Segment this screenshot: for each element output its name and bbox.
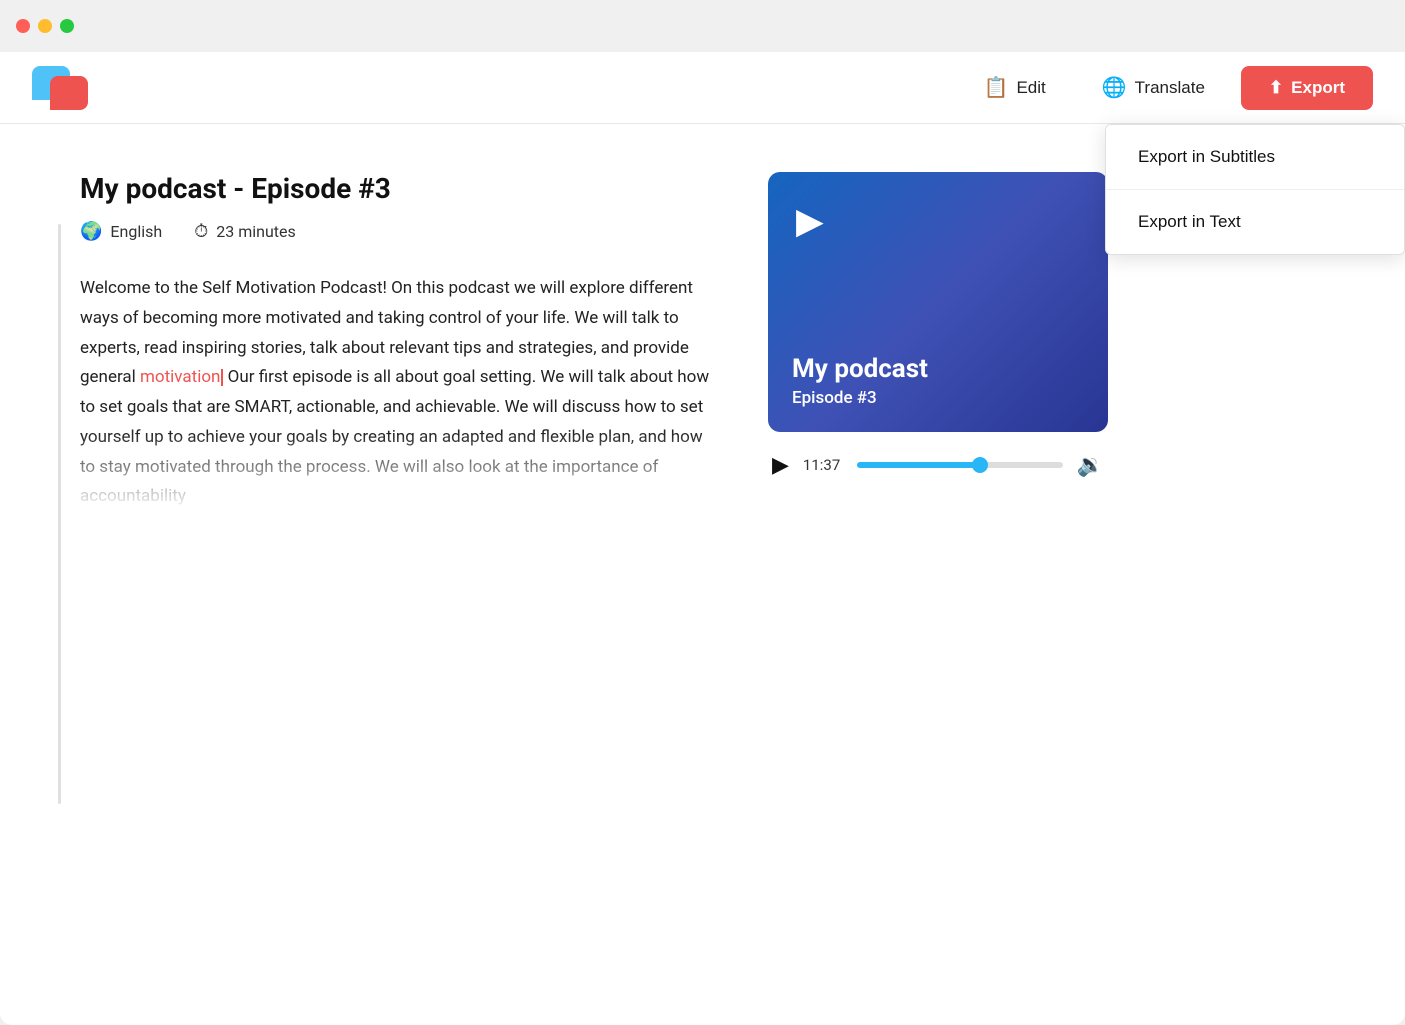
edit-label: Edit	[1016, 78, 1045, 98]
export-icon: ⬆	[1269, 78, 1283, 98]
thumbnail-text: My podcast Episode #3	[792, 354, 928, 408]
transcript-fade	[80, 432, 720, 512]
logo	[32, 62, 90, 114]
language-label: English	[110, 222, 162, 241]
progress-fill	[857, 462, 980, 468]
export-text-item[interactable]: Export in Text	[1106, 190, 1404, 254]
translate-label: Translate	[1135, 78, 1205, 98]
close-button[interactable]	[16, 19, 30, 33]
volume-button[interactable]: 🔉	[1077, 452, 1104, 478]
duration-label: 23 minutes	[216, 222, 296, 241]
app-container: 📋 Edit 🌐 Translate ⬆ Export Export in Su…	[0, 52, 1405, 1025]
logo-icon	[32, 62, 90, 114]
globe-icon: 🌍	[80, 221, 102, 242]
titlebar	[0, 0, 1405, 52]
transcript-area: Welcome to the Self Motivation Podcast! …	[80, 274, 720, 512]
app-window: 📋 Edit 🌐 Translate ⬆ Export Export in Su…	[0, 0, 1405, 1025]
sidebar-accent	[58, 224, 61, 804]
translate-button[interactable]: 🌐 Translate	[1074, 65, 1233, 110]
meta-row: 🌍 English ⏱ 23 minutes	[80, 221, 720, 242]
navbar: 📋 Edit 🌐 Translate ⬆ Export Export in Su…	[0, 52, 1405, 124]
export-subtitles-item[interactable]: Export in Subtitles	[1106, 125, 1404, 190]
audio-player: ▶ 11:37 🔉	[768, 452, 1108, 478]
minimize-button[interactable]	[38, 19, 52, 33]
language-meta: 🌍 English	[80, 221, 162, 242]
export-button[interactable]: ⬆ Export	[1241, 66, 1373, 110]
highlight-word[interactable]: motivation	[140, 367, 220, 387]
edit-button[interactable]: 📋 Edit	[956, 65, 1074, 110]
logo-bubble-front	[50, 76, 88, 110]
export-dropdown: Export in Subtitles Export in Text	[1105, 124, 1405, 255]
current-time: 11:37	[803, 456, 843, 474]
thumbnail-subtitle: Episode #3	[792, 388, 928, 408]
maximize-button[interactable]	[60, 19, 74, 33]
duration-meta: ⏱ 23 minutes	[194, 221, 296, 242]
progress-thumb[interactable]	[972, 457, 988, 473]
translate-icon: 🌐	[1102, 75, 1127, 100]
thumbnail-title: My podcast	[792, 354, 928, 384]
podcast-title: My podcast - Episode #3	[80, 172, 720, 205]
clock-icon: ⏱	[194, 221, 208, 242]
edit-icon: 📋	[984, 75, 1009, 100]
play-pause-button[interactable]: ▶	[772, 452, 789, 478]
content-right: ▶ My podcast Episode #3 ▶ 11:37 🔉	[768, 172, 1108, 512]
export-label: Export	[1291, 78, 1345, 98]
podcast-thumbnail: ▶ My podcast Episode #3	[768, 172, 1108, 432]
content-left: My podcast - Episode #3 🌍 English ⏱ 23 m…	[80, 172, 720, 512]
progress-bar[interactable]	[857, 462, 1063, 468]
thumbnail-play-icon[interactable]: ▶	[796, 200, 824, 242]
nav-actions: 📋 Edit 🌐 Translate ⬆ Export	[956, 65, 1373, 110]
